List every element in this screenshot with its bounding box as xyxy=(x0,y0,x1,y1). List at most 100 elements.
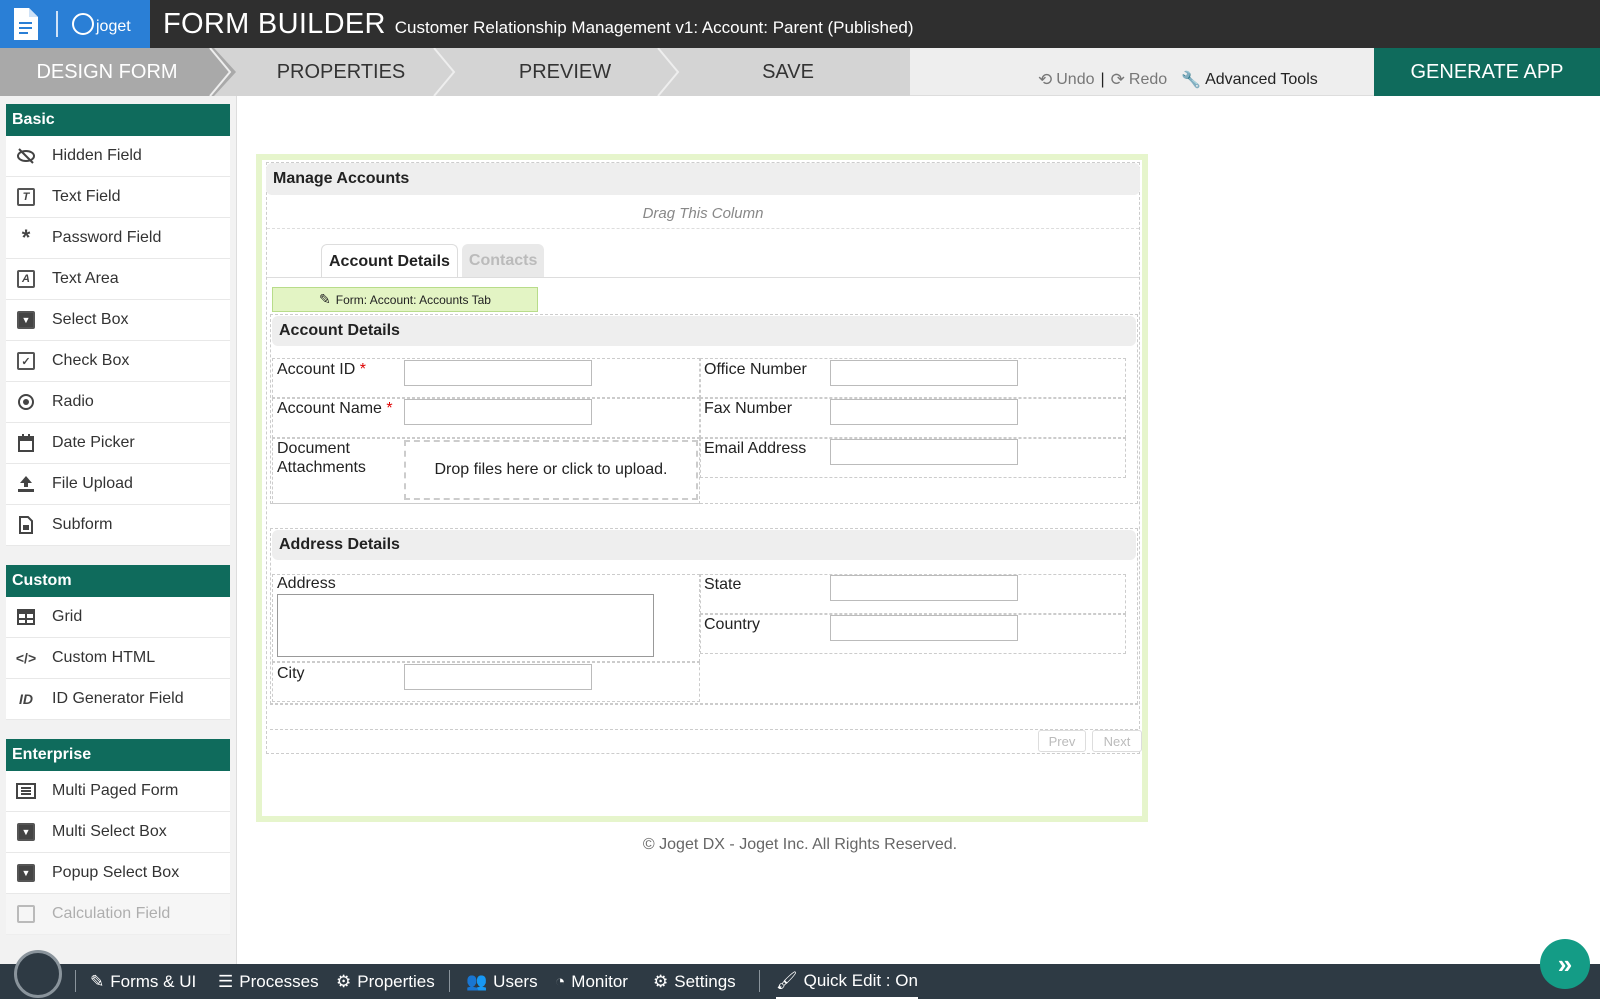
step-bar: DESIGN FORM PROPERTIES PREVIEW SAVE xyxy=(0,48,1600,96)
drag-column-hint[interactable]: Drag This Column xyxy=(267,205,1139,229)
admin-link-label: Monitor xyxy=(571,971,628,991)
palette-text-area[interactable]: A Text Area xyxy=(6,259,230,300)
redo-icon: ⟳ xyxy=(1110,70,1125,89)
palette-check-box[interactable]: ✓ Check Box xyxy=(6,341,230,382)
step-divider xyxy=(209,48,232,96)
city-input[interactable] xyxy=(404,664,592,690)
required-mark: * xyxy=(359,361,366,378)
processes-link[interactable]: ☰ Processes xyxy=(218,964,319,999)
state-input[interactable] xyxy=(830,575,1018,601)
palette-password-field[interactable]: * Password Field xyxy=(6,218,230,259)
address-textarea[interactable] xyxy=(277,594,654,657)
palette-text-field[interactable]: T Text Field xyxy=(6,177,230,218)
palette-popup-select-box[interactable]: ▼ Popup Select Box xyxy=(6,853,230,894)
quick-edit-toggle[interactable]: 🖌 Quick Edit : On xyxy=(776,964,918,999)
step-properties[interactable]: PROPERTIES xyxy=(236,48,446,96)
admin-link-label: Properties xyxy=(357,971,435,991)
account-section-title: Account Details xyxy=(272,316,1136,346)
palette-item-label: Text Field xyxy=(52,188,121,205)
eye-slash-icon xyxy=(15,146,37,166)
edit-icon: ✎ xyxy=(90,971,105,991)
file-dropzone[interactable]: Drop files here or click to upload. xyxy=(404,440,698,500)
form-title[interactable]: Manage Accounts xyxy=(266,163,1140,195)
wrench-icon: 🔧 xyxy=(1181,72,1202,89)
monitor-link[interactable]: ◔ Monitor xyxy=(555,964,628,999)
tab-divider xyxy=(267,277,1139,278)
subform-label[interactable]: ✎ Form: Account: Accounts Tab xyxy=(272,287,538,312)
palette-id-generator[interactable]: ID ID Generator Field xyxy=(6,679,230,720)
palette-item-label: Hidden Field xyxy=(52,147,142,164)
forms-ui-link[interactable]: ✎ Forms & UI xyxy=(90,964,196,999)
tab-contacts[interactable]: Contacts xyxy=(461,244,545,278)
redo-button[interactable]: Redo xyxy=(1129,71,1167,89)
step-save[interactable]: SAVE xyxy=(682,48,894,96)
palette-multi-select-box[interactable]: ▼ Multi Select Box xyxy=(6,812,230,853)
office-number-input[interactable] xyxy=(830,360,1018,386)
address-label: Address xyxy=(277,575,336,592)
palette-item-label: Calculation Field xyxy=(52,905,171,922)
city-label: City xyxy=(277,665,305,682)
admin-link-label: Settings xyxy=(674,971,736,991)
users-link[interactable]: 👥 Users xyxy=(466,964,538,999)
tab-account-details[interactable]: Account Details xyxy=(321,244,458,278)
generate-app-button[interactable]: GENERATE APP xyxy=(1374,48,1600,96)
palette-item-label: Grid xyxy=(52,608,83,625)
calendar-icon xyxy=(15,433,37,453)
palette-item-label: Radio xyxy=(52,393,94,410)
expand-chevrons-icon[interactable]: » xyxy=(1540,939,1590,989)
palette-file-upload[interactable]: File Upload xyxy=(6,464,230,505)
settings-link[interactable]: ⚙ Settings xyxy=(653,964,736,999)
undo-button[interactable]: Undo xyxy=(1056,71,1094,89)
select-box-icon: ▼ xyxy=(15,863,37,883)
palette-item-label: Date Picker xyxy=(52,434,135,451)
country-input[interactable] xyxy=(830,615,1018,641)
logo-area[interactable]: joget xyxy=(0,0,150,48)
required-mark: * xyxy=(386,400,393,417)
dashboard-icon: ◔ xyxy=(555,971,566,991)
account-id-input[interactable] xyxy=(404,360,592,386)
palette-select-box[interactable]: ▼ Select Box xyxy=(6,300,230,341)
office-number-label: Office Number xyxy=(704,361,807,378)
quick-edit-label: Quick Edit : On xyxy=(803,970,918,990)
subform-label-text: Form: Account: Accounts Tab xyxy=(335,292,491,307)
next-button[interactable]: Next xyxy=(1092,730,1142,752)
palette-date-picker[interactable]: Date Picker xyxy=(6,423,230,464)
advanced-tools-button[interactable]: Advanced Tools xyxy=(1205,71,1318,89)
asterisk-icon: * xyxy=(21,225,31,250)
select-box-icon: ▼ xyxy=(15,822,37,842)
fax-number-input[interactable] xyxy=(830,399,1018,425)
palette-section-basic: Basic xyxy=(6,104,230,136)
admin-bar-divider xyxy=(75,970,76,992)
email-address-input[interactable] xyxy=(830,439,1018,465)
address-section-title: Address Details xyxy=(272,530,1136,560)
multi-page-icon xyxy=(15,781,37,801)
palette-radio[interactable]: Radio xyxy=(6,382,230,423)
radio-icon xyxy=(15,392,37,412)
step-preview[interactable]: PREVIEW xyxy=(460,48,670,96)
builder-steps: DESIGN FORM PROPERTIES PREVIEW SAVE xyxy=(0,48,910,96)
form-tabs: Account Details Contacts xyxy=(321,244,548,278)
admin-bar-divider xyxy=(759,970,760,992)
state-label: State xyxy=(704,576,742,593)
joget-circle-logo-icon[interactable] xyxy=(14,950,62,998)
account-name-label: Account Name * xyxy=(277,399,393,418)
list-icon: ☰ xyxy=(218,971,234,991)
palette-hidden-field[interactable]: Hidden Field xyxy=(6,136,230,177)
palette-custom-html[interactable]: </> Custom HTML xyxy=(6,638,230,679)
palette-subform[interactable]: Subform xyxy=(6,505,230,546)
app-subtitle: Customer Relationship Management v1: Acc… xyxy=(394,18,914,37)
checkbox-icon: ✓ xyxy=(15,351,37,371)
palette-item-label: Password Field xyxy=(52,229,162,246)
palette-item-label: Text Area xyxy=(52,270,119,287)
step-design-form[interactable]: DESIGN FORM xyxy=(0,48,214,96)
palette-multi-paged-form[interactable]: Multi Paged Form xyxy=(6,771,230,812)
builder-title: FORM BUILDER xyxy=(163,8,386,40)
document-icon xyxy=(14,8,38,40)
palette-grid[interactable]: Grid xyxy=(6,597,230,638)
account-name-input[interactable] xyxy=(404,399,592,425)
top-header: joget FORM BUILDER Customer Relationship… xyxy=(0,0,1600,48)
palette-calculation-field[interactable]: Calculation Field xyxy=(6,894,230,935)
properties-link[interactable]: ⚙ Properties xyxy=(336,964,435,999)
palette-item-label: Multi Paged Form xyxy=(52,782,179,799)
prev-button[interactable]: Prev xyxy=(1038,730,1086,752)
